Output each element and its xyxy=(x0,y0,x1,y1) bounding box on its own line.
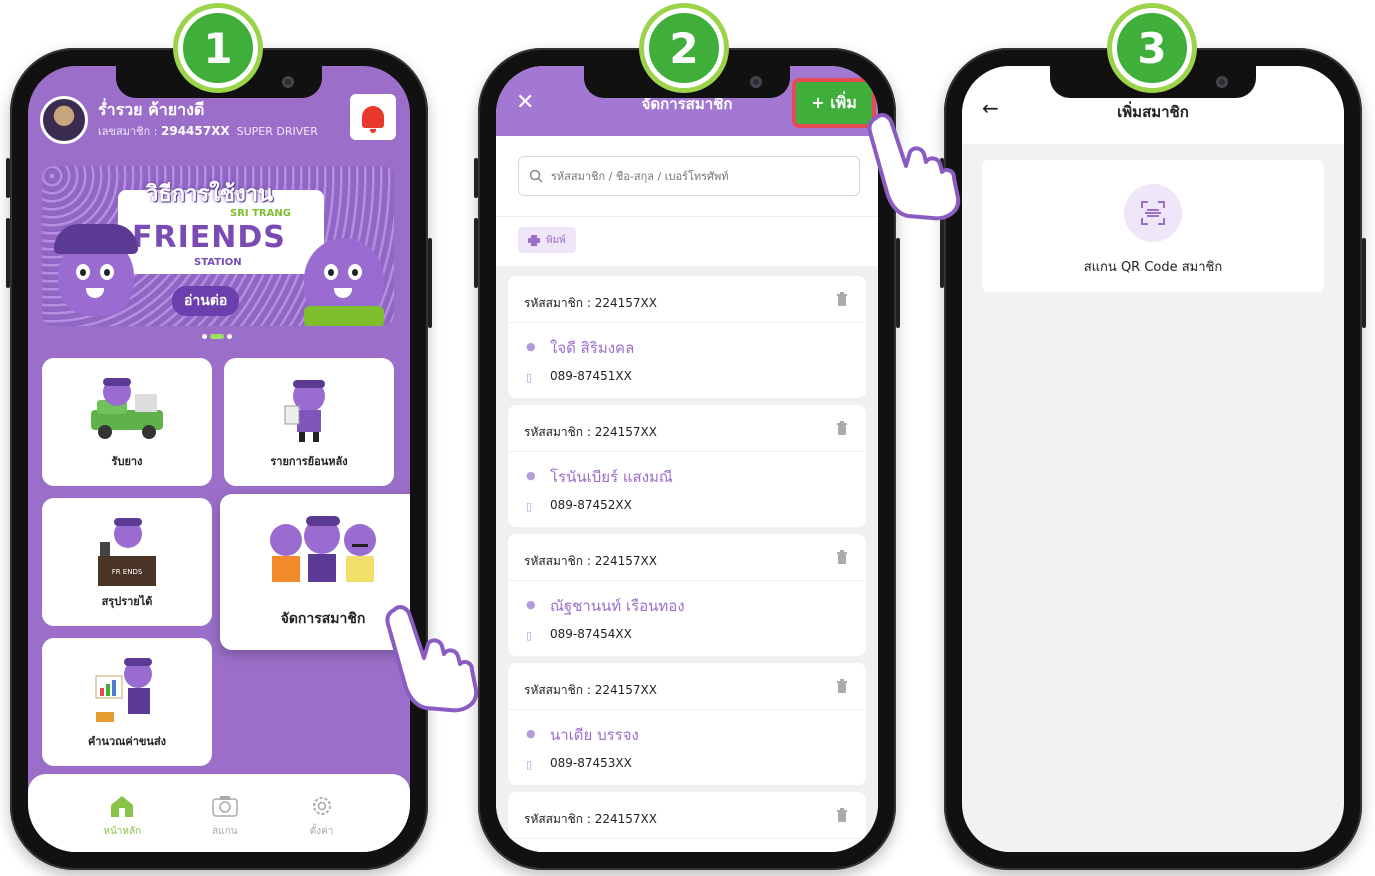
member-code: รหัสสมาชิก : 224157XX xyxy=(524,683,657,697)
tab-settings[interactable]: ตั้งค่า xyxy=(309,774,335,852)
page-title: เพิ่มสมาชิก xyxy=(1117,103,1189,121)
phone-home: ร่ำรวย ค้ายางดี เลขสมาชิก : 294457XX SUP… xyxy=(6,48,432,870)
tab-scan[interactable]: สแกน xyxy=(212,774,238,852)
tile-label: รายการย้อนหลัง xyxy=(270,455,348,468)
desk-mascot-icon: FR ENDS xyxy=(98,518,156,586)
banner-title: วิธีการใช้งาน xyxy=(146,182,274,207)
tile-receive-rubber[interactable]: รับยาง xyxy=(42,358,212,486)
qr-scan-icon xyxy=(1141,201,1165,225)
member-code: รหัสสมาชิก : 224157XX xyxy=(524,554,657,568)
banner-logo: FRIENDS xyxy=(132,220,286,255)
member-card[interactable]: รหัสสมาชิก : 224157XX ● ใจดี สิริมงคล ▯ … xyxy=(508,276,866,398)
add-member-button[interactable]: + เพิ่ม xyxy=(792,78,876,128)
avatar[interactable] xyxy=(40,96,88,144)
chart-mascot-icon xyxy=(95,658,152,722)
phone-add-member: ← เพิ่มสมาชิก สแกน QR Code สมาชิก xyxy=(940,48,1366,870)
tile-label: จัดการสมาชิก xyxy=(280,611,366,627)
banner-pager xyxy=(202,334,232,339)
tab-home[interactable]: หน้าหลัก xyxy=(103,774,141,852)
member-name: นาเดีย บรรจง xyxy=(550,726,639,744)
phone-icon: ▯ xyxy=(526,371,533,384)
add-member-screen: ← เพิ่มสมาชิก สแกน QR Code สมาชิก xyxy=(962,66,1344,852)
svg-text:FR ENDS: FR ENDS xyxy=(112,568,143,576)
member-card[interactable]: รหัสสมาชิก : 224157XX ● ณัฐชานนท์ เรือนท… xyxy=(508,534,866,656)
camera-icon xyxy=(212,796,238,817)
member-phone: 089-87454XX xyxy=(550,627,632,641)
notification-bell-button[interactable] xyxy=(350,94,396,140)
tile-label: รับยาง xyxy=(111,455,143,468)
person-icon: ● xyxy=(526,727,536,740)
bottom-tab-bar: หน้าหลัก สแกน ตั้งค่า xyxy=(28,774,410,852)
member-card[interactable]: รหัสสมาชิก : 224157XX ● โรนันเบียร์ แสงม… xyxy=(508,405,866,527)
trash-icon[interactable] xyxy=(836,808,848,822)
member-name: ใจดี สิริมงคล xyxy=(550,339,635,357)
trash-icon[interactable] xyxy=(836,292,848,306)
tab-label: ตั้งค่า xyxy=(309,826,334,837)
member-list: รหัสสมาชิก : 224157XX ● ใจดี สิริมงคล ▯ … xyxy=(496,266,878,852)
tile-history[interactable]: รายการย้อนหลัง xyxy=(224,358,394,486)
gear-icon xyxy=(312,797,331,815)
member-tier: SUPER DRIVER xyxy=(236,125,318,138)
tile-income-summary[interactable]: FR ENDS สรุปรายได้ xyxy=(42,498,212,626)
bell-icon xyxy=(362,106,384,133)
banner-station: STATION xyxy=(194,257,242,268)
member-code: รหัสสมาชิก : 224157XX xyxy=(524,296,657,310)
search-box[interactable] xyxy=(518,156,860,196)
mascot-right xyxy=(304,238,384,326)
step-badge-2: 2 xyxy=(644,8,724,88)
trash-icon[interactable] xyxy=(836,679,848,693)
members-screen: ✕ จัดการสมาชิก + เพิ่ม พิมพ์ รหัสสมาชิก … xyxy=(496,66,878,852)
user-name: ร่ำรวย ค้ายางดี xyxy=(98,100,205,119)
phone-icon: ▯ xyxy=(526,758,533,771)
search-section xyxy=(496,136,878,216)
member-id: เลขสมาชิก : 294457XX SUPER DRIVER xyxy=(98,122,318,140)
member-id-label: เลขสมาชิก : xyxy=(98,125,161,138)
banner-sub: SRI TRANG xyxy=(230,208,291,219)
member-id-value: 294457XX xyxy=(161,124,230,138)
step-badge-1: 1 xyxy=(178,8,258,88)
print-label: พิมพ์ xyxy=(546,234,566,246)
person-icon: ● xyxy=(526,469,536,482)
scan-qr-label: สแกน QR Code สมาชิก xyxy=(1083,260,1223,275)
tile-label: คำนวณค่าขนส่ง xyxy=(87,735,167,748)
member-code: รหัสสมาชิก : 224157XX xyxy=(524,812,657,826)
print-button[interactable]: พิมพ์ xyxy=(518,227,576,253)
home-icon xyxy=(111,796,134,817)
promo-banner[interactable]: วิธีการใช้งาน SRI TRANG FRIENDS STATION … xyxy=(42,166,394,326)
read-more-button[interactable]: อ่านต่อ xyxy=(172,286,240,316)
member-phone: 089-87453XX xyxy=(550,756,632,770)
phone-icon: ▯ xyxy=(526,500,533,513)
step-badge-3: 3 xyxy=(1112,8,1192,88)
tile-label: สรุปรายได้ xyxy=(101,595,153,608)
search-input[interactable] xyxy=(551,169,831,183)
member-code: รหัสสมาชิก : 224157XX xyxy=(524,425,657,439)
person-icon: ● xyxy=(526,340,536,353)
search-icon xyxy=(529,169,543,183)
trash-icon[interactable] xyxy=(836,421,848,435)
tab-label: หน้าหลัก xyxy=(103,826,142,837)
mascot-left xyxy=(54,224,138,316)
member-card[interactable]: รหัสสมาชิก : 224157XX ● นาเดีย บรรจง ▯ 0… xyxy=(508,663,866,785)
pointer-hand-icon xyxy=(385,605,479,713)
trash-icon[interactable] xyxy=(836,550,848,564)
phone-icon: ▯ xyxy=(526,629,533,642)
member-card[interactable]: รหัสสมาชิก : 224157XX xyxy=(508,792,866,852)
pointer-hand-icon xyxy=(867,113,961,221)
member-name: โรนันเบียร์ แสงมณี xyxy=(550,468,673,486)
car-mascot-icon xyxy=(91,378,163,439)
print-section: พิมพ์ xyxy=(496,216,878,266)
member-name: ณัฐชานนท์ เรือนทอง xyxy=(550,597,685,615)
clipboard-mascot-icon xyxy=(284,380,325,442)
tile-shipping-calc[interactable]: คำนวณค่าขนส่ง xyxy=(42,638,212,766)
phone-members: ✕ จัดการสมาชิก + เพิ่ม พิมพ์ รหัสสมาชิก … xyxy=(474,48,900,870)
member-phone: 089-87451XX xyxy=(550,369,632,383)
member-phone: 089-87452XX xyxy=(550,498,632,512)
members-mascots-icon xyxy=(270,516,376,582)
qr-scan-icon-wrap xyxy=(1124,184,1182,242)
tab-label: สแกน xyxy=(212,826,238,837)
scan-qr-card[interactable]: สแกน QR Code สมาชิก xyxy=(982,160,1324,292)
printer-icon xyxy=(528,234,540,246)
home-screen: ร่ำรวย ค้ายางดี เลขสมาชิก : 294457XX SUP… xyxy=(28,66,410,852)
person-icon: ● xyxy=(526,598,536,611)
